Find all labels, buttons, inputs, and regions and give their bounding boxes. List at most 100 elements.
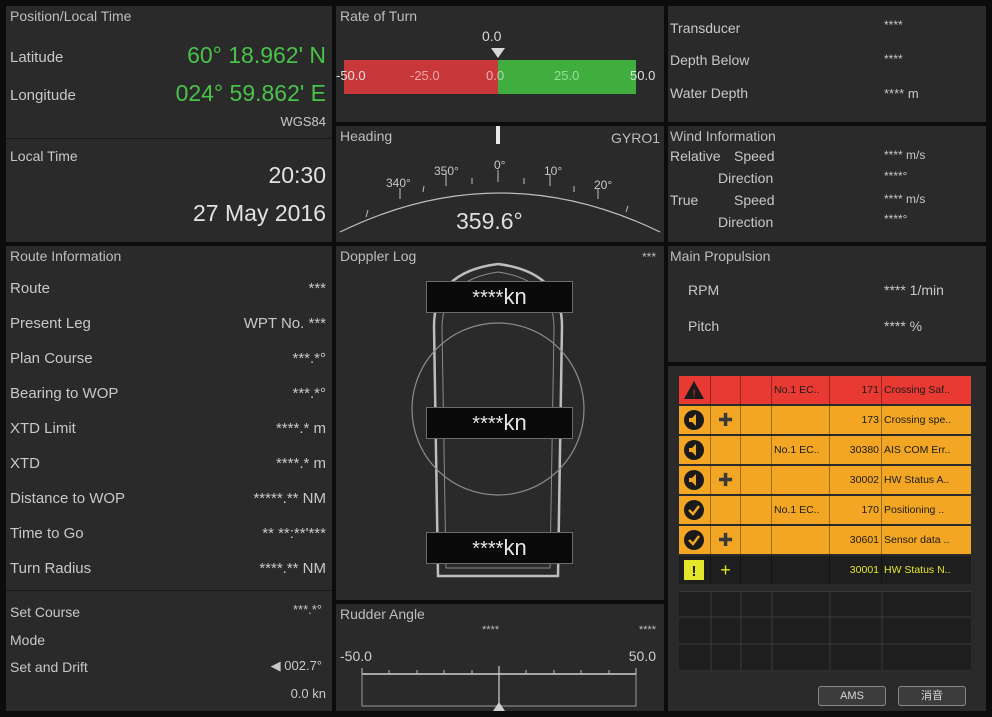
- mode-label: Mode: [10, 632, 46, 648]
- alarm-text: AIS COM Err..: [884, 444, 951, 456]
- alarm-blank-cell: [741, 496, 772, 524]
- rot-scale-m25: -25.0: [410, 68, 440, 83]
- route-row-value: ***.*°: [292, 350, 326, 367]
- wind-panel: Wind Information Relative Speed **** m/s…: [668, 126, 986, 242]
- heading-tick-20: 20°: [594, 178, 613, 192]
- sounder-panel: Transducer **** Depth Below **** Water D…: [668, 6, 986, 122]
- heading-tick-10: 10°: [544, 164, 563, 178]
- rate-of-turn-title: Rate of Turn: [340, 8, 418, 24]
- local-date-value: 27 May 2016: [193, 200, 326, 226]
- alarm-ack-mark: ✚: [711, 466, 741, 494]
- rudder-scale: [361, 666, 637, 711]
- alarm-source: No.1 EC..: [772, 436, 830, 464]
- set-drift-speed: 0.0 kn: [290, 686, 326, 701]
- alarm-blank-cell: [741, 376, 772, 404]
- alarm-text: Crossing Saf..: [884, 384, 950, 396]
- position-panel: Position/Local Time Latitude 60° 18.962'…: [6, 6, 332, 242]
- propulsion-panel: Main Propulsion RPM **** 1/min Pitch ***…: [668, 246, 986, 362]
- alarm-row[interactable]: ✚ 30601 Sensor data ..: [679, 526, 971, 554]
- rate-of-turn-pointer-icon: [491, 48, 505, 58]
- rpm-value: **** 1/min: [884, 282, 944, 298]
- svg-text:!: !: [692, 388, 695, 400]
- alarm-row[interactable]: ✚ 30002 HW Status A..: [679, 466, 971, 494]
- set-course-label: Set Course: [10, 604, 81, 620]
- set-drift-direction: ◀ 002.7°: [270, 658, 322, 673]
- rot-scale-p50: 50.0: [630, 68, 656, 83]
- route-row-value: ***.*°: [292, 385, 326, 402]
- longitude-label: Longitude: [10, 87, 76, 104]
- wind-rel-speed-label: Speed: [734, 148, 775, 164]
- route-row-label: Plan Course: [10, 350, 93, 367]
- heading-value: 359.6°: [456, 208, 523, 234]
- position-title: Position/Local Time: [10, 8, 132, 24]
- silence-button[interactable]: 消音: [898, 686, 966, 706]
- speaker-icon: [679, 466, 711, 494]
- route-row-label: Present Leg: [10, 315, 91, 332]
- alarm-row[interactable]: ! +30001 HW Status N..: [679, 556, 971, 584]
- alarm-source: [772, 466, 830, 494]
- exclamation-icon: !: [679, 556, 711, 584]
- route-row-value: ****.** NM: [259, 560, 326, 577]
- rot-scale-p25: 25.0: [554, 68, 580, 83]
- route-row-label: Bearing to WOP: [10, 385, 119, 402]
- alarm-blank-cell: [741, 436, 772, 464]
- alarm-text: Crossing spe..: [884, 414, 952, 426]
- ams-button[interactable]: AMS: [818, 686, 886, 706]
- water-depth-label: Water Depth: [670, 85, 749, 101]
- route-row-label: Route: [10, 280, 51, 297]
- set-course-value: ***.*°: [292, 602, 322, 617]
- latitude-label: Latitude: [10, 49, 64, 66]
- alarm-row[interactable]: ! No.1 EC.. 171 Crossing Saf..: [679, 376, 971, 404]
- latitude-value: 60° 18.962' N: [187, 42, 326, 68]
- water-depth-value: **** m: [884, 86, 919, 101]
- heading-panel: Heading GYRO1 340° 350° 0° 10° 20° 359.6…: [336, 126, 664, 242]
- heading-tick-340: 340°: [386, 176, 411, 190]
- alarm-row[interactable]: No.1 EC.. 170 Positioning ..: [679, 496, 971, 524]
- wind-relative-label: Relative: [670, 148, 721, 164]
- alarm-id: 170: [830, 496, 882, 524]
- rot-scale-0: 0.0: [486, 68, 505, 83]
- alarm-text: Positioning ..: [884, 504, 945, 516]
- alarm-text: Sensor data ..: [884, 534, 950, 546]
- route-row-value: WPT No. ***: [243, 315, 326, 332]
- wind-true-speed-label: Speed: [734, 192, 775, 208]
- datum-label: WGS84: [280, 114, 326, 129]
- alarm-ack-mark: [711, 496, 741, 524]
- transducer-value: ****: [884, 18, 903, 32]
- alarm-row[interactable]: No.1 EC.. 30380 AIS COM Err..: [679, 436, 971, 464]
- alarm-text: HW Status A..: [884, 474, 950, 486]
- alarm-blank-cell: [741, 556, 772, 584]
- alarm-empty-grid: [679, 591, 971, 672]
- wind-rel-direction-label: Direction: [718, 170, 774, 186]
- transducer-label: Transducer: [670, 20, 741, 36]
- alarm-row[interactable]: ✚ 173 Crossing spe..: [679, 406, 971, 434]
- pitch-label: Pitch: [688, 318, 720, 334]
- alarm-source: [772, 526, 830, 554]
- alarm-source: No.1 EC..: [772, 376, 830, 404]
- alarm-ack-mark: [711, 376, 741, 404]
- rot-scale-m50: -50.0: [336, 68, 366, 83]
- alarm-ack-mark: [711, 436, 741, 464]
- doppler-speed-stern: ****kn: [426, 532, 573, 564]
- route-row-value: ****.* m: [275, 455, 326, 472]
- alarm-blank-cell: [741, 406, 772, 434]
- wind-true-direction-label: Direction: [718, 214, 774, 230]
- doppler-speed-bow: ****kn: [426, 281, 573, 313]
- route-row-label: Distance to WOP: [10, 490, 126, 507]
- route-row-value: *****.** NM: [253, 490, 326, 507]
- set-drift-label: Set and Drift: [10, 659, 88, 675]
- alarm-ack-mark: ✚: [711, 526, 741, 554]
- alarm-source: No.1 EC..: [772, 496, 830, 524]
- rpm-label: RPM: [688, 282, 720, 298]
- route-row-label: Time to Go: [10, 525, 84, 542]
- doppler-panel: Doppler Log *** ****kn ****kn ****kn: [336, 246, 664, 600]
- alarm-source: [772, 406, 830, 434]
- alarm-text: HW Status N..: [884, 564, 951, 576]
- doppler-speed-mid: ****kn: [426, 407, 573, 439]
- alarm-id: 30601: [830, 526, 882, 554]
- route-panel: Route Information Route *** Present Leg WPT…: [6, 246, 332, 711]
- route-row-value: ***: [308, 280, 326, 297]
- alarm-id: 30380: [830, 436, 882, 464]
- alarm-id: 173: [830, 406, 882, 434]
- alarm-source: [772, 556, 830, 584]
